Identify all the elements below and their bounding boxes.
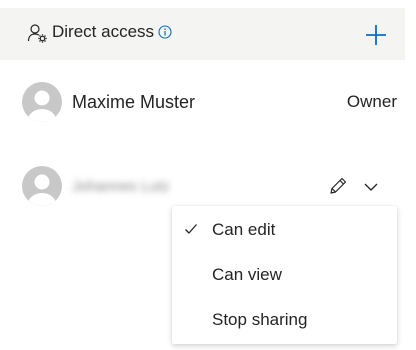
direct-access-header: Direct access: [0, 8, 405, 60]
person-row: Johannes Lutz: [0, 166, 405, 210]
menu-item-label: Can edit: [212, 220, 276, 239]
menu-item-stop-sharing[interactable]: Stop sharing: [172, 297, 397, 342]
checkmark-icon: [185, 224, 197, 234]
menu-item-can-edit[interactable]: Can edit: [172, 207, 397, 252]
add-person-button[interactable]: [363, 22, 389, 48]
person-name: Johannes Lutz: [72, 178, 170, 195]
permission-menu: Can edit Can view Stop sharing: [172, 206, 397, 344]
people-settings-icon: [27, 24, 47, 43]
info-icon[interactable]: [158, 25, 172, 39]
avatar: [22, 166, 62, 206]
menu-item-label: Can view: [212, 265, 282, 284]
section-title: Direct access: [52, 22, 155, 41]
avatar: [22, 82, 62, 122]
chevron-down-icon[interactable]: [362, 178, 380, 196]
person-row: Maxime Muster Owner: [0, 82, 405, 126]
menu-item-label: Stop sharing: [212, 310, 308, 329]
pencil-icon[interactable]: [327, 175, 349, 197]
person-role: Owner: [346, 92, 397, 111]
person-name: Maxime Muster: [72, 92, 196, 112]
menu-item-can-view[interactable]: Can view: [172, 252, 397, 297]
